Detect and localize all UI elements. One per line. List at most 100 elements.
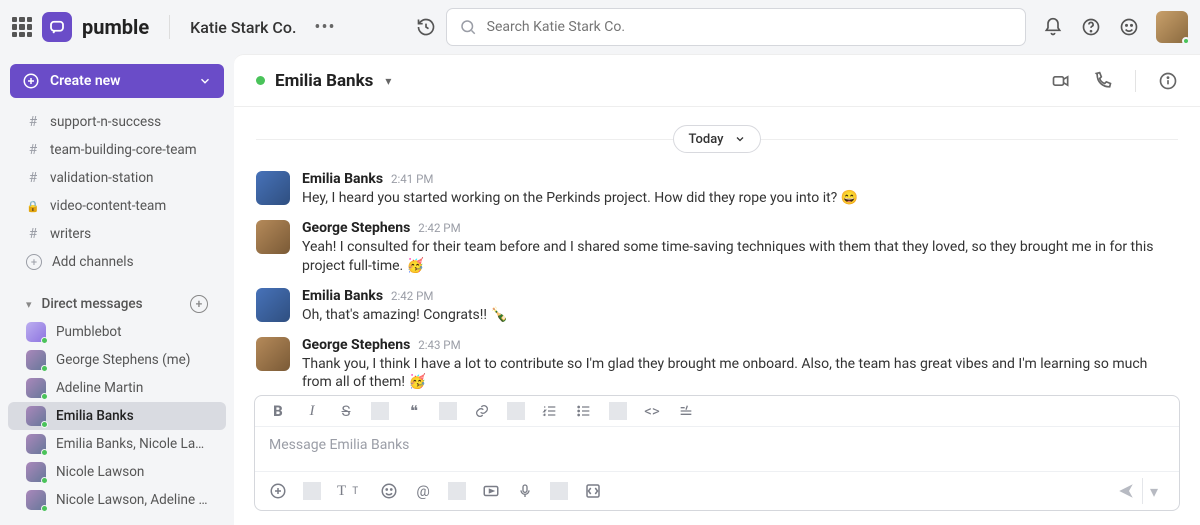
brand-name: pumble xyxy=(82,15,149,39)
dm-item[interactable]: Adeline Martin xyxy=(8,374,226,402)
message: George Stephens 2:43 PM Thank you, I think… xyxy=(256,333,1178,389)
add-channels-button[interactable]: + Add channels xyxy=(8,248,226,276)
plus-icon: + xyxy=(26,254,42,270)
record-video-button[interactable] xyxy=(482,482,500,500)
codeblock-button[interactable] xyxy=(677,403,695,419)
presence-dot xyxy=(41,365,48,372)
channel-item[interactable]: #support-n-success xyxy=(8,108,226,136)
date-jump-button[interactable]: Today xyxy=(673,125,760,153)
divider xyxy=(169,15,170,39)
message: George Stephens 2:42 PM Yeah! I consulted … xyxy=(256,216,1178,284)
dm-item[interactable]: Nicole Lawson xyxy=(8,458,226,486)
info-icon[interactable] xyxy=(1158,71,1178,91)
channel-name: team-building-core-team xyxy=(50,142,197,158)
presence-dot xyxy=(41,449,48,456)
message-author[interactable]: George Stephens xyxy=(302,337,410,353)
message-time: 2:42 PM xyxy=(418,221,460,235)
composer-actions: TT @ xyxy=(255,471,1179,510)
channel-name: support-n-success xyxy=(50,114,161,130)
audio-call-icon[interactable] xyxy=(1093,71,1113,91)
dm-item[interactable]: Emilia Banks, Nicole Lawson xyxy=(8,430,226,458)
dm-item[interactable]: Emilia Banks xyxy=(8,402,226,430)
composer-input[interactable]: Message Emilia Banks xyxy=(255,427,1179,471)
formatting-toolbar: B I S ❝ <> xyxy=(255,396,1179,427)
user-avatar xyxy=(26,490,46,510)
create-new-label: Create new xyxy=(50,73,121,89)
message-list: Today Emilia Banks2:41 PMHey, I heard yo… xyxy=(234,107,1200,389)
chat-header: Emilia Banks ▾ xyxy=(234,55,1200,107)
bullet-list-button[interactable] xyxy=(575,403,593,419)
message-author[interactable]: Emilia Banks xyxy=(302,288,383,304)
presence-dot xyxy=(41,477,48,484)
message-avatar[interactable] xyxy=(256,220,290,254)
send-options-button[interactable]: ▾ xyxy=(1143,478,1165,504)
user-avatar xyxy=(26,462,46,482)
presence-dot xyxy=(1182,37,1190,45)
message: Emilia Banks2:42 PMOh, that's amazing! C… xyxy=(256,284,1178,333)
bot-avatar xyxy=(26,322,46,342)
search-input[interactable] xyxy=(446,8,1026,46)
attach-button[interactable] xyxy=(269,482,287,500)
dm-name: Emilia Banks, Nicole Lawson xyxy=(56,436,208,452)
video-call-icon[interactable] xyxy=(1051,71,1071,91)
create-new-button[interactable]: Create new xyxy=(10,64,224,98)
user-avatar xyxy=(26,434,46,454)
dm-name: Emilia Banks xyxy=(56,408,134,424)
message-avatar[interactable] xyxy=(256,337,290,371)
channel-item[interactable]: 🔒video-content-team xyxy=(8,192,226,220)
channel-item[interactable]: #validation-station xyxy=(8,164,226,192)
user-avatar xyxy=(26,406,46,426)
message-avatar[interactable] xyxy=(256,171,290,205)
send-button[interactable] xyxy=(1109,478,1143,504)
user-avatar xyxy=(26,350,46,370)
dm-section-header[interactable]: ▾ Direct messages + xyxy=(8,290,226,318)
link-button[interactable] xyxy=(473,403,491,419)
notifications-icon[interactable] xyxy=(1042,16,1064,38)
message-time: 2:41 PM xyxy=(391,172,433,186)
text-format-button[interactable]: TT xyxy=(337,483,364,500)
history-icon[interactable] xyxy=(416,17,436,37)
bold-button[interactable]: B xyxy=(269,402,287,420)
dm-item[interactable]: George Stephens (me) xyxy=(8,346,226,374)
message-text: Oh, that's amazing! Congrats!! 🍾 xyxy=(302,306,1178,325)
italic-button[interactable]: I xyxy=(303,403,321,420)
message-text: Yeah! I consulted for their team before … xyxy=(302,238,1178,276)
user-avatar xyxy=(26,378,46,398)
new-dm-icon[interactable]: + xyxy=(190,295,208,313)
channel-item[interactable]: # writers xyxy=(8,220,226,248)
hash-icon: # xyxy=(26,142,40,158)
chevron-down-icon[interactable]: ▾ xyxy=(385,74,391,88)
search-field[interactable] xyxy=(487,19,1013,35)
emoji-icon[interactable] xyxy=(1118,16,1140,38)
ordered-list-button[interactable] xyxy=(541,403,559,419)
message-composer: B I S ❝ <> xyxy=(254,395,1180,511)
dm-name: Nicole Lawson xyxy=(56,464,144,480)
strike-button[interactable]: S xyxy=(337,402,355,420)
channel-name: video-content-team xyxy=(50,198,166,214)
workspace-more-icon[interactable]: ••• xyxy=(314,17,335,38)
message-time: 2:43 PM xyxy=(418,338,460,352)
presence-dot xyxy=(41,421,48,428)
record-audio-button[interactable] xyxy=(516,482,534,500)
dm-item[interactable]: Nicole Lawson, Adeline Mar... xyxy=(8,486,226,514)
chat-title[interactable]: Emilia Banks xyxy=(275,71,373,91)
message-author[interactable]: George Stephens xyxy=(302,220,410,236)
dm-item[interactable]: Pumblebot xyxy=(8,318,226,346)
help-icon[interactable] xyxy=(1080,16,1102,38)
message-avatar[interactable] xyxy=(256,288,290,322)
emoji-button[interactable] xyxy=(380,482,398,500)
message-author[interactable]: Emilia Banks xyxy=(302,171,383,187)
channel-name: writers xyxy=(50,226,91,242)
add-channels-label: Add channels xyxy=(52,254,134,270)
message-text: Thank you, I think I have a lot to contr… xyxy=(302,355,1178,389)
apps-launcher-icon[interactable] xyxy=(12,17,32,37)
shortcuts-button[interactable] xyxy=(584,482,602,500)
channel-item[interactable]: # team-building-core-team xyxy=(8,136,226,164)
code-button[interactable]: <> xyxy=(643,402,661,420)
hash-icon: # xyxy=(26,226,40,242)
workspace-name[interactable]: Katie Stark Co. xyxy=(190,18,296,37)
mention-button[interactable]: @ xyxy=(414,482,432,500)
presence-dot xyxy=(41,393,48,400)
quote-button[interactable]: ❝ xyxy=(405,402,423,420)
user-avatar[interactable] xyxy=(1156,11,1188,43)
